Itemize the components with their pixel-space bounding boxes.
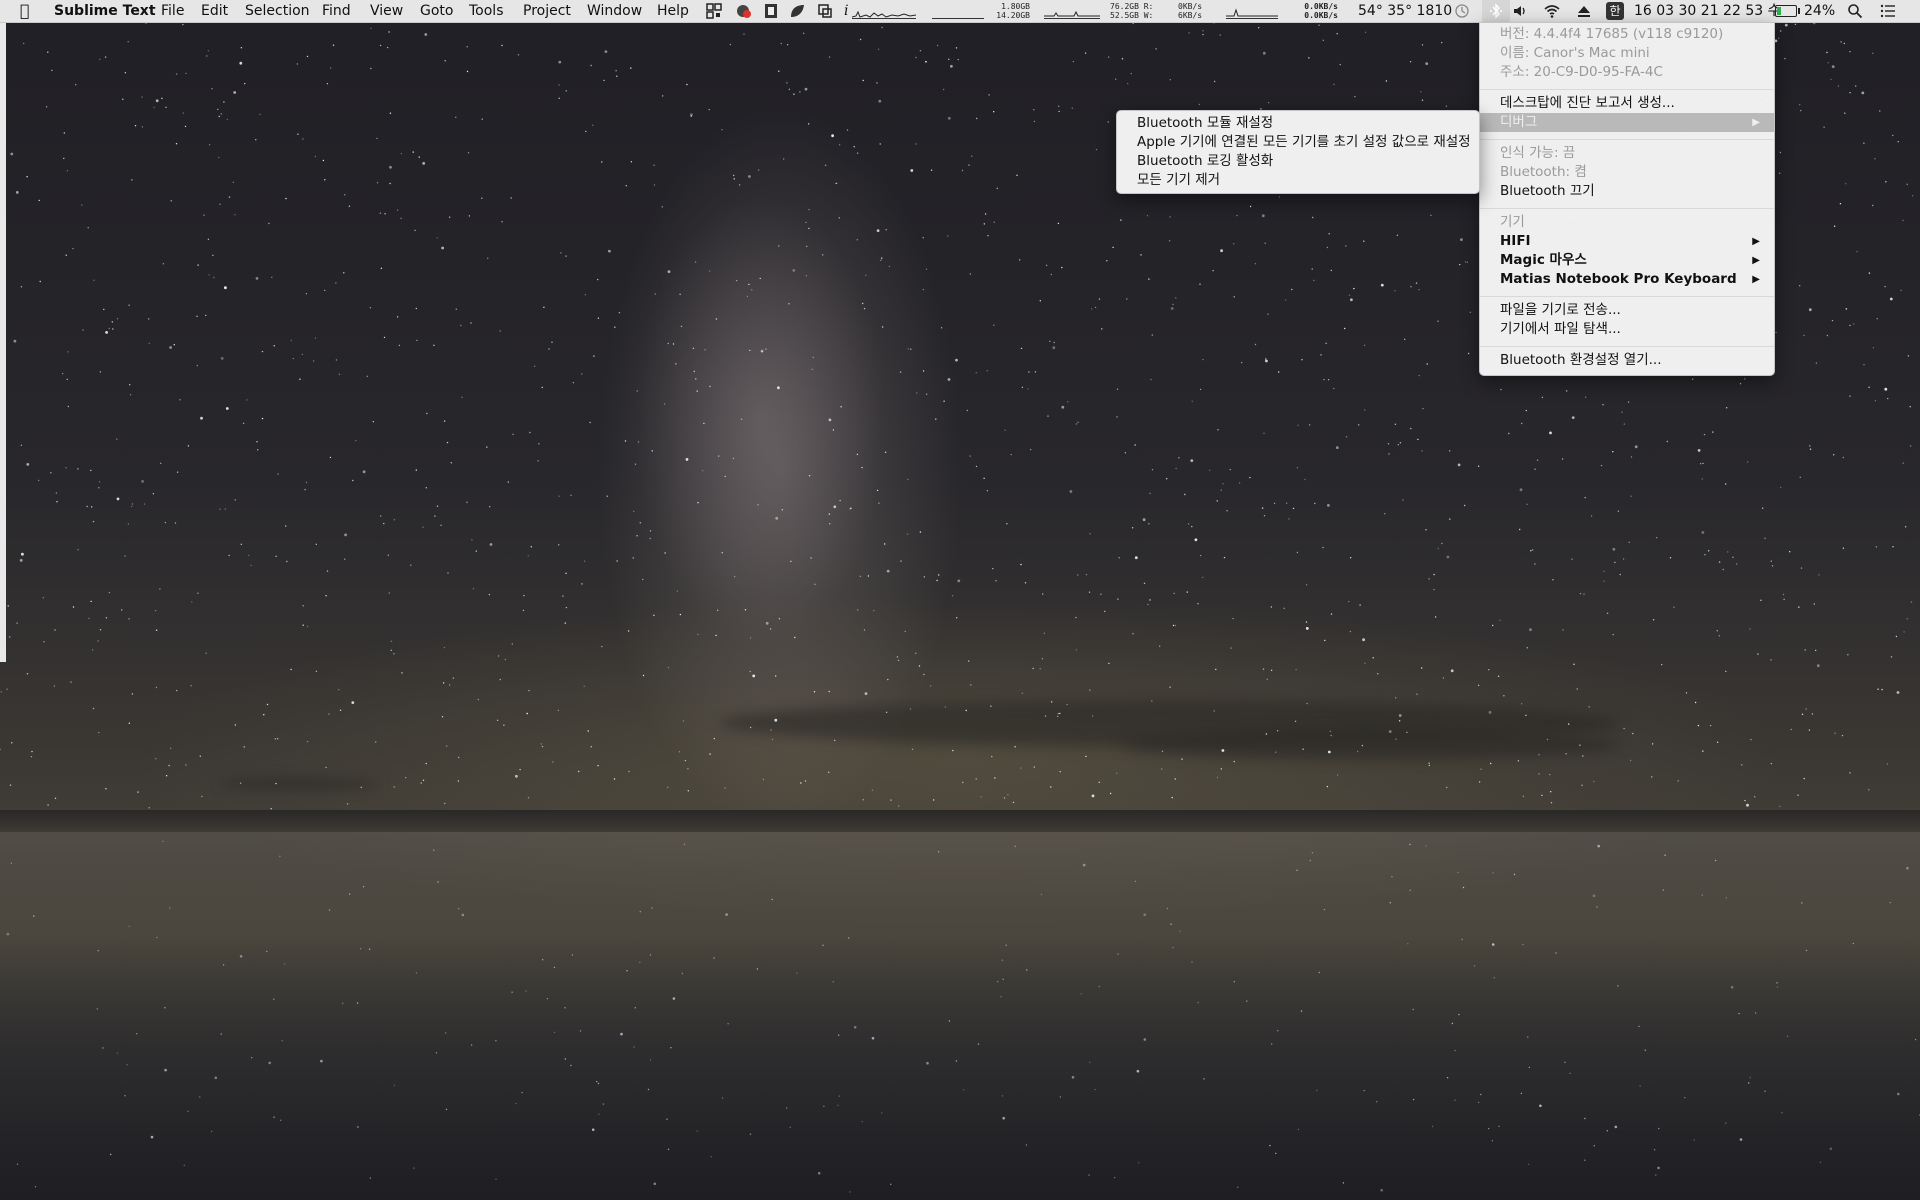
bt-device-item[interactable]: Magic 마우스 ▶ <box>1480 251 1774 270</box>
time-machine-icon[interactable] <box>1454 3 1470 19</box>
bt-browse-files-item[interactable]: 기기에서 파일 탐색... <box>1480 320 1774 339</box>
info-icon[interactable]: i <box>844 0 848 22</box>
submenu-arrow-icon: ▶ <box>1752 236 1760 247</box>
menu-bar:  Sublime Text File Edit Selection Find … <box>0 0 1920 23</box>
notification-center-icon[interactable] <box>1880 3 1896 19</box>
bt-status: Bluetooth: 켬 <box>1500 164 1587 180</box>
app-menu[interactable]: Sublime Text <box>54 0 156 22</box>
window-edge <box>0 22 6 662</box>
clipboard-app-icon[interactable] <box>763 3 779 19</box>
bt-device-item[interactable]: Matias Notebook Pro Keyboard ▶ <box>1480 270 1774 289</box>
menu-separator <box>1480 139 1774 140</box>
menu-goto[interactable]: Goto <box>420 0 453 22</box>
bt-open-prefs-item[interactable]: Bluetooth 환경설정 열기... <box>1480 351 1774 370</box>
menu-selection[interactable]: Selection <box>245 0 310 22</box>
temperature-fan-readout[interactable]: 54° 35° 1810 <box>1358 0 1452 22</box>
menu-separator <box>1480 89 1774 90</box>
debug-remove-all-devices-item[interactable]: 모든 기기 제거 <box>1117 171 1479 190</box>
memory-free: 14.20GB <box>996 11 1030 20</box>
menu-edit[interactable]: Edit <box>201 0 228 22</box>
memory-graph <box>932 4 984 19</box>
memory-used: 1.80GB <box>1001 2 1030 11</box>
cpu-graph <box>851 4 917 19</box>
bt-turn-off-item[interactable]: Bluetooth 끄기 <box>1480 182 1774 201</box>
bt-debug-item[interactable]: 디버그 ▶ <box>1480 113 1774 132</box>
battery-terminal <box>1798 8 1800 14</box>
bt-device-item[interactable]: HIFI ▶ <box>1480 232 1774 251</box>
record-app-icon[interactable] <box>736 3 752 19</box>
battery-percentage[interactable]: 24% <box>1804 0 1835 22</box>
bt-device-label: Magic 마우스 <box>1500 252 1587 268</box>
network-upload-rate: 0.0KB/s <box>1304 11 1338 20</box>
wifi-icon[interactable] <box>1544 3 1560 19</box>
network-download-rate: 0.0KB/s <box>1304 2 1338 11</box>
battery-icon[interactable] <box>1775 5 1800 17</box>
debug-submenu: Bluetooth 모듈 재설정 Apple 기기에 연결된 모든 기기를 초기… <box>1116 110 1480 194</box>
disk-graph <box>1044 4 1100 19</box>
disk-stats: 76.2GB R: 52.5GB W: <box>1110 2 1153 20</box>
disk-read-rate: 0KB/s <box>1178 2 1203 11</box>
apple-icon[interactable]:  <box>20 0 30 22</box>
leaf-app-icon[interactable] <box>789 3 805 19</box>
qr-app-icon[interactable] <box>706 3 722 19</box>
network-stats: 0.0KB/s 0.0KB/s <box>1296 2 1338 20</box>
bt-version: 버전: 4.4.4f4 17685 (v118 c9120) <box>1500 26 1724 42</box>
submenu-arrow-icon: ▶ <box>1752 255 1760 266</box>
memory-stats: 1.80GB 14.20GB <box>990 2 1030 20</box>
bt-devices-header: 기기 <box>1500 214 1525 230</box>
eject-icon[interactable] <box>1576 3 1592 19</box>
menu-help[interactable]: Help <box>657 0 689 22</box>
menu-separator <box>1480 346 1774 347</box>
menu-separator <box>1480 208 1774 209</box>
bt-name: 이름: Canor's Mac mini <box>1500 45 1650 61</box>
disk-free: 52.5GB W: <box>1110 11 1154 20</box>
menu-window[interactable]: Window <box>587 0 642 22</box>
bt-device-label: HIFI <box>1500 233 1531 249</box>
submenu-arrow-icon: ▶ <box>1752 274 1760 285</box>
menu-file[interactable]: File <box>161 0 184 22</box>
bt-device-label: Matias Notebook Pro Keyboard <box>1500 271 1737 287</box>
bluetooth-menu: 버전: 4.4.4f4 17685 (v118 c9120) 이름: Canor… <box>1479 22 1775 376</box>
menu-separator <box>1480 296 1774 297</box>
debug-enable-logging-item[interactable]: Bluetooth 로깅 활성화 <box>1117 152 1479 171</box>
bt-discoverable: 인식 가능: 끔 <box>1500 145 1576 161</box>
menubar-clock[interactable]: 16 03 30 21 22 53 수 <box>1634 0 1780 22</box>
bt-debug-label: 디버그 <box>1500 114 1538 130</box>
menu-tools[interactable]: Tools <box>469 0 504 22</box>
menu-view[interactable]: View <box>370 0 403 22</box>
bt-address: 주소: 20-C9-D0-95-FA-4C <box>1500 64 1663 80</box>
bt-send-file-item[interactable]: 파일을 기기로 전송... <box>1480 301 1774 320</box>
volume-icon[interactable] <box>1512 3 1528 19</box>
bt-diagnostics-item[interactable]: 데스크탑에 진단 보고서 생성... <box>1480 94 1774 113</box>
debug-factory-reset-apple-devices-item[interactable]: Apple 기기에 연결된 모든 기기를 초기 설정 값으로 재설정 <box>1117 133 1479 152</box>
disk-io-stats: 0KB/s 6KB/s <box>1178 2 1202 20</box>
input-source-indicator[interactable]: 한 <box>1606 2 1624 20</box>
bluetooth-icon[interactable] <box>1488 3 1504 19</box>
window-app-icon[interactable] <box>817 3 833 19</box>
debug-reset-module-item[interactable]: Bluetooth 모듈 재설정 <box>1117 114 1479 133</box>
submenu-arrow-icon: ▶ <box>1752 117 1760 128</box>
menu-find[interactable]: Find <box>322 0 351 22</box>
disk-used: 76.2GB R: <box>1110 2 1154 11</box>
disk-write-rate: 6KB/s <box>1178 11 1203 20</box>
menu-project[interactable]: Project <box>523 0 571 22</box>
network-graph <box>1226 4 1278 19</box>
battery-level-fill <box>1777 7 1781 15</box>
spotlight-search-icon[interactable] <box>1847 3 1863 19</box>
